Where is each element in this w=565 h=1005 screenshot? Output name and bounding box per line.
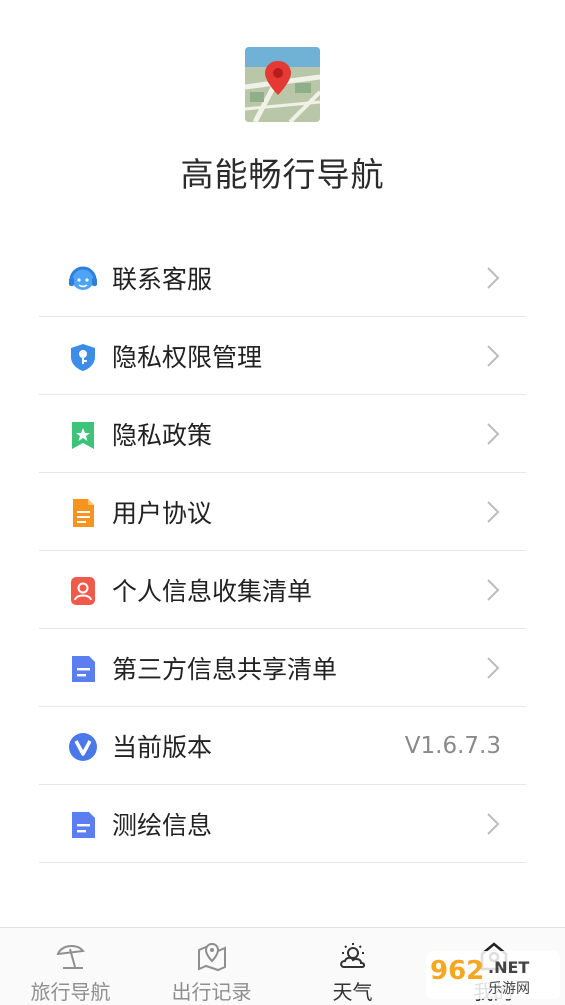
chevron-right-icon (486, 656, 500, 680)
menu-item-user-agreement[interactable]: 用户协议 (39, 473, 526, 551)
shield-key-icon (67, 341, 99, 373)
list-document-icon (67, 653, 99, 685)
svg-text:962: 962 (430, 956, 484, 986)
svg-text:.NET: .NET (488, 958, 529, 977)
app-title: 高能畅行导航 (180, 155, 385, 194)
menu-item-third-party-sharing[interactable]: 第三方信息共享清单 (39, 629, 526, 707)
menu-item-privacy-policy[interactable]: 隐私政策 (39, 395, 526, 473)
weather-icon (337, 940, 369, 972)
chevron-right-icon (486, 266, 500, 290)
menu-item-label: 联系客服 (112, 264, 213, 294)
menu-item-surveying-info[interactable]: 测绘信息 (39, 785, 526, 863)
menu-item-label: 隐私权限管理 (112, 342, 263, 372)
chevron-right-icon (486, 578, 500, 602)
menu-item-personal-info-list[interactable]: 个人信息收集清单 (39, 551, 526, 629)
tab-weather[interactable]: 天气 (282, 928, 423, 1005)
tab-label: 天气 (332, 980, 373, 1004)
menu-item-label: 隐私政策 (112, 420, 213, 450)
tab-trip-records[interactable]: 出行记录 (141, 928, 282, 1005)
settings-menu: 联系客服 隐私权限管理 隐私政策 用户协议 个人信息收集清单 第三方信息共享清单… (39, 239, 526, 863)
chevron-right-icon (486, 812, 500, 836)
menu-item-label: 第三方信息共享清单 (112, 654, 338, 684)
menu-item-label: 用户协议 (112, 498, 213, 528)
chevron-right-icon (486, 500, 500, 524)
chevron-right-icon (486, 344, 500, 368)
document-icon (67, 497, 99, 529)
headset-icon (67, 263, 99, 295)
map-pin-icon (196, 940, 228, 972)
tab-label: 出行记录 (171, 980, 252, 1004)
menu-item-customer-service[interactable]: 联系客服 (39, 239, 526, 317)
tab-label: 旅行导航 (30, 980, 111, 1004)
svg-text:乐游网: 乐游网 (488, 981, 530, 997)
chevron-right-icon (486, 422, 500, 446)
app-header: 高能畅行导航 (0, 0, 565, 230)
menu-item-privacy-permissions[interactable]: 隐私权限管理 (39, 317, 526, 395)
menu-item-label: 测绘信息 (112, 810, 213, 840)
menu-item-current-version[interactable]: 当前版本 V1.6.7.3 (39, 707, 526, 785)
beach-umbrella-icon (55, 940, 87, 972)
person-card-icon (67, 575, 99, 607)
v-badge-icon (67, 731, 99, 763)
list-document-icon (67, 809, 99, 841)
app-logo-icon (245, 47, 320, 122)
watermark-logo: 962 .NET 乐游网 (426, 951, 560, 999)
version-value: V1.6.7.3 (404, 732, 501, 759)
bookmark-star-icon (67, 419, 99, 451)
tab-travel-navigation[interactable]: 旅行导航 (0, 928, 141, 1005)
menu-item-label: 当前版本 (112, 732, 213, 762)
menu-item-label: 个人信息收集清单 (112, 576, 313, 606)
